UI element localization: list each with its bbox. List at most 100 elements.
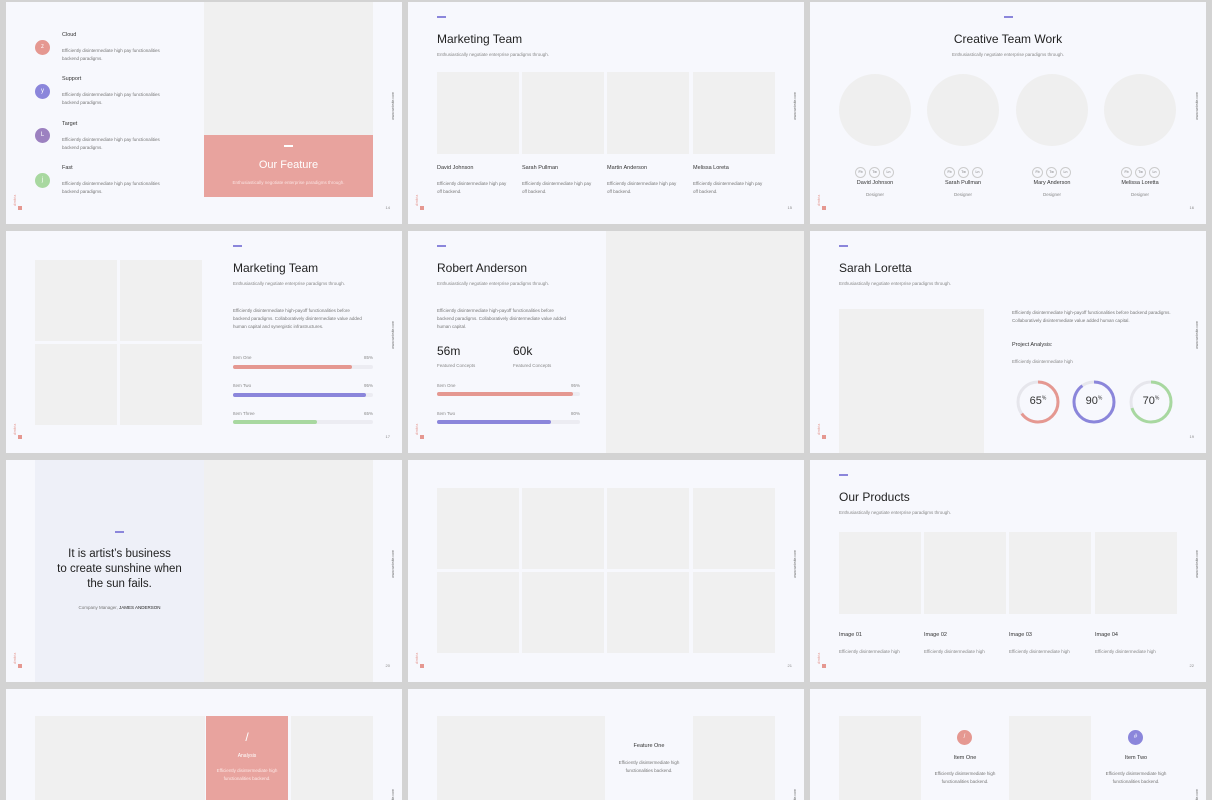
slide-14[interactable]: z Cloud Efficiently disintermediate high… — [6, 2, 402, 224]
website-url: www.website.com — [1195, 321, 1199, 349]
feature-title: Support — [62, 76, 82, 82]
slide-18[interactable]: Robert Anderson Enthusiastically negotia… — [408, 231, 804, 453]
photo-placeholder — [204, 460, 373, 682]
brand-mark — [420, 664, 424, 668]
cloud-icon: z — [35, 40, 50, 55]
linkedin-icon[interactable]: Ln — [1060, 167, 1071, 178]
slide-16[interactable]: Creative Team Work Enthusiastically nego… — [810, 2, 1206, 224]
bar-label: Item One — [233, 355, 252, 360]
twitter-icon[interactable]: Tw — [958, 167, 969, 178]
analysis-title: Project Analysis: — [1012, 342, 1053, 348]
slide-21[interactable]: www.website.com dimitria 21 — [408, 460, 804, 682]
linkedin-icon[interactable]: Ln — [972, 167, 983, 178]
stat-label: Featured Concepts — [513, 363, 552, 368]
feature-text: Efficiently disintermediate high pay fun… — [62, 92, 160, 106]
slide-20[interactable]: It is artist’s business to create sunshi… — [6, 460, 402, 682]
photo-placeholder — [291, 716, 373, 800]
slide-23[interactable]: / Analysis Efficiently disintermediate h… — [6, 689, 402, 800]
facebook-icon[interactable]: Fb — [855, 167, 866, 178]
feature-text: Efficiently disintermediate high pay fun… — [62, 48, 160, 62]
member-name: Melissa Loreta — [693, 165, 729, 171]
linkedin-icon[interactable]: Ln — [883, 167, 894, 178]
bar-label: Item Two — [437, 411, 456, 416]
feature-title: Target — [62, 121, 78, 127]
progress-fill — [233, 393, 366, 397]
bar-percent: 85% — [363, 355, 373, 360]
product-image — [1009, 532, 1091, 614]
slide-19[interactable]: Sarah Loretta Enthusiastically negotiate… — [810, 231, 1206, 453]
brand-mark — [18, 664, 22, 668]
member-name: Mary Anderson — [1033, 180, 1071, 186]
photo-placeholder — [35, 344, 117, 425]
progress-fill — [233, 420, 317, 424]
feature-text: Efficiently disintermediate high pay fun… — [62, 137, 160, 151]
brand-mark — [18, 435, 22, 439]
slide-title: Our Products — [839, 490, 910, 504]
slide-title: Creative Team Work — [953, 32, 1063, 46]
website-url: www.website.com — [1195, 92, 1199, 120]
body-text: Efficiently disintermediate high-payoff … — [437, 308, 566, 330]
member-text: Efficiently disintermediate high pay off… — [437, 181, 507, 195]
facebook-icon[interactable]: Fb — [1121, 167, 1132, 178]
slide-title: Robert Anderson — [437, 261, 528, 275]
body-text: Efficiently disintermediate high-payoff … — [1012, 310, 1171, 324]
item-two-icon: # — [1128, 730, 1143, 745]
quote-text: It is artist’s business to create sunshi… — [57, 548, 182, 590]
website-url: www.website.com — [1195, 550, 1199, 578]
body-text: Efficiently disintermediate high-payoff … — [233, 308, 362, 330]
brand-mark — [420, 435, 424, 439]
brand-label: dimitria — [13, 423, 17, 435]
slide-title: Sarah Loretta — [839, 261, 912, 275]
facebook-icon[interactable]: Fb — [1032, 167, 1043, 178]
slide-title: Marketing Team — [437, 32, 523, 46]
photo-placeholder — [607, 72, 689, 154]
twitter-icon[interactable]: Tw — [1046, 167, 1057, 178]
product-image — [924, 532, 1006, 614]
bar-label: Item Two — [233, 383, 252, 388]
accent-line — [437, 16, 446, 18]
website-url: www.website.com — [793, 789, 797, 800]
photo-placeholder — [522, 72, 604, 154]
brand-label: dimitria — [817, 652, 821, 664]
product-text: Efficiently disintermediate high — [1009, 649, 1070, 654]
photo-placeholder — [522, 488, 604, 569]
slide-subtitle: Enthusiastically negotiate enterprise pa… — [437, 52, 550, 57]
slide-22[interactable]: Our Products Enthusiastically negotiate … — [810, 460, 1206, 682]
page-number: 22 — [1189, 663, 1194, 668]
bar-label: Item Three — [233, 411, 255, 416]
feature-text: Efficiently disintermediate high functio… — [618, 760, 680, 774]
photo-placeholder — [839, 309, 984, 453]
support-icon: y — [35, 84, 50, 99]
website-url: www.website.com — [391, 92, 395, 120]
accent-line — [115, 531, 124, 533]
accent-line — [284, 145, 293, 147]
slide-15[interactable]: Marketing Team Enthusiastically negotiat… — [408, 2, 804, 224]
bar-percent: 65% — [363, 411, 373, 416]
slide-24[interactable]: Feature One Efficiently disintermediate … — [408, 689, 804, 800]
facebook-icon[interactable]: Fb — [944, 167, 955, 178]
quote-panel: It is artist’s business to create sunshi… — [35, 460, 204, 682]
linkedin-icon[interactable]: Ln — [1149, 167, 1160, 178]
photo-placeholder — [693, 572, 775, 653]
accent-line — [437, 245, 446, 247]
slide-25[interactable]: / Item One Efficiently disintermediate h… — [810, 689, 1206, 800]
brand-mark — [822, 435, 826, 439]
product-text: Efficiently disintermediate high — [1095, 649, 1156, 654]
image-placeholder — [204, 2, 373, 135]
accent-line — [1004, 16, 1013, 18]
photo-placeholder — [120, 344, 202, 425]
member-role: Designer — [1042, 192, 1061, 197]
progress-fill — [437, 420, 552, 424]
photo-placeholder — [35, 260, 117, 341]
brand-mark — [822, 206, 826, 210]
avatar-placeholder — [927, 74, 999, 146]
member-role: Designer — [953, 192, 972, 197]
website-url: www.website.com — [793, 550, 797, 578]
slide-subtitle: Enthusiastically negotiate enterprise pa… — [839, 510, 952, 515]
twitter-icon[interactable]: Tw — [1135, 167, 1146, 178]
slide-subtitle: Enthusiastically negotiate enterprise pa… — [951, 52, 1065, 57]
slide-17[interactable]: Marketing Team Enthusiastically negotiat… — [6, 231, 402, 453]
twitter-icon[interactable]: Tw — [869, 167, 880, 178]
item-title: Item One — [953, 755, 977, 761]
portrait-placeholder — [606, 231, 804, 453]
